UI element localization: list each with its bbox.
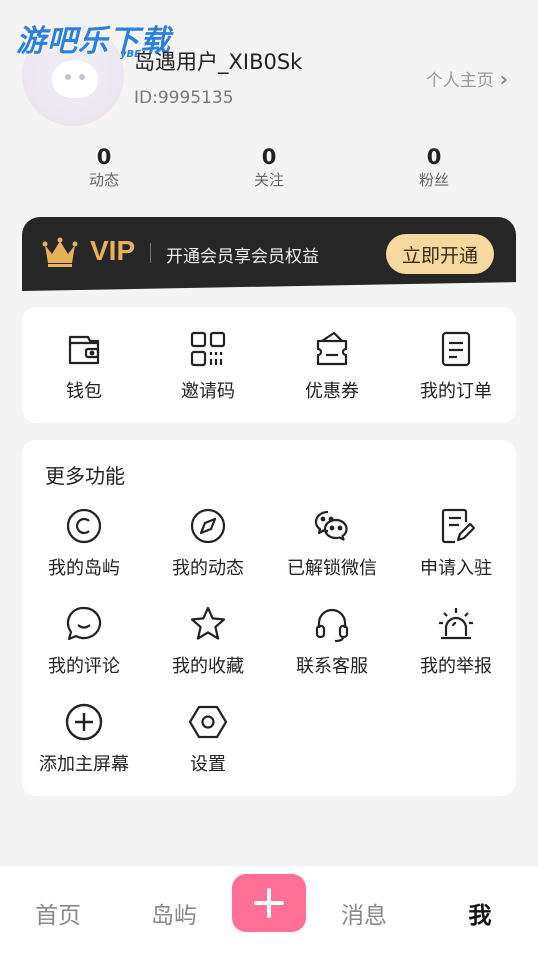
feature-label: 添加主屏幕 — [39, 754, 129, 775]
feature-label: 我的岛屿 — [48, 558, 120, 579]
my-orders-button[interactable]: 我的订单 — [394, 329, 518, 403]
feature-label: 我的动态 — [172, 558, 244, 579]
feature-label: 我的评论 — [48, 656, 120, 677]
island-icon — [66, 508, 102, 544]
contact-support-button[interactable]: 联系客服 — [270, 604, 394, 678]
alarm-icon — [439, 608, 473, 640]
quick-action-label: 优惠券 — [305, 381, 359, 402]
qrcode-icon — [190, 331, 226, 367]
comment-icon — [66, 606, 102, 641]
stat-value: 0 — [261, 145, 277, 169]
plus-icon — [254, 888, 284, 918]
feature-label: 联系客服 — [296, 656, 368, 677]
stat-following[interactable]: 0 关注 — [209, 144, 329, 190]
stat-label: 粉丝 — [418, 171, 449, 189]
my-posts-button[interactable]: 我的动态 — [146, 506, 270, 580]
quick-action-label: 钱包 — [66, 381, 102, 402]
nav-island[interactable]: 岛屿 — [134, 896, 214, 930]
wallet-icon — [68, 335, 100, 365]
add-circle-icon — [65, 703, 103, 741]
stat-posts[interactable]: 0 动态 — [44, 144, 164, 190]
wallet-button[interactable]: 钱包 — [22, 329, 146, 403]
create-post-button[interactable] — [232, 874, 306, 932]
profile-header: 游吧乐下载 yBE 岛遇用户_XIB0Sk ID:9995135 个人主页 › — [0, 0, 538, 140]
open-vip-button[interactable]: 立即开通 — [386, 234, 494, 274]
settings-button[interactable]: 设置 — [146, 702, 270, 776]
vip-divider — [150, 243, 151, 263]
chevron-right-icon: › — [499, 66, 508, 91]
username: 岛遇用户_XIB0Sk — [134, 50, 303, 74]
homepage-label: 个人主页 — [425, 71, 494, 91]
feature-label: 我的收藏 — [172, 656, 244, 677]
feature-label: 申请入驻 — [420, 558, 492, 579]
vip-banner[interactable]: VIP 开通会员享会员权益 立即开通 — [22, 217, 516, 291]
stat-followers[interactable]: 0 粉丝 — [374, 144, 494, 190]
vip-description: 开通会员享会员权益 — [166, 247, 319, 267]
my-reports-button[interactable]: 我的举报 — [394, 604, 518, 678]
star-icon — [190, 606, 226, 640]
my-comments-button[interactable]: 我的评论 — [22, 604, 146, 678]
coupon-icon — [316, 331, 348, 366]
feature-label: 已解锁微信 — [287, 558, 377, 579]
stats-row: 0 动态 0 关注 0 粉丝 — [0, 144, 538, 196]
feature-label: 设置 — [190, 754, 226, 775]
headset-icon — [315, 608, 349, 643]
unlocked-wechat-button[interactable]: 已解锁微信 — [270, 506, 394, 580]
nav-messages[interactable]: 消息 — [324, 896, 404, 930]
quick-action-label: 我的订单 — [420, 381, 492, 402]
vip-badge: VIP — [90, 235, 136, 266]
feature-label: 我的举报 — [420, 656, 492, 677]
avatar-ghost-icon — [52, 60, 98, 98]
compass-icon — [190, 508, 226, 544]
coupon-button[interactable]: 优惠券 — [270, 329, 394, 403]
crown-icon — [42, 237, 78, 267]
more-features-title: 更多功能 — [45, 464, 125, 488]
my-favorites-button[interactable]: 我的收藏 — [146, 604, 270, 678]
apply-join-button[interactable]: 申请入驻 — [394, 506, 518, 580]
more-features-card: 更多功能 我的岛屿 我的动态 已解锁微信 申请入驻 我的评论 我的收藏 联系客服… — [22, 440, 516, 796]
homepage-link[interactable]: 个人主页 › — [425, 66, 508, 92]
order-icon — [441, 331, 471, 367]
apply-icon — [441, 508, 476, 544]
stat-value: 0 — [426, 145, 442, 169]
stat-value: 0 — [96, 145, 112, 169]
nav-me[interactable]: 我 — [440, 896, 520, 930]
settings-icon — [188, 705, 228, 739]
quick-action-label: 邀请码 — [181, 381, 235, 402]
wechat-icon — [314, 510, 348, 541]
stat-label: 关注 — [253, 171, 284, 189]
my-island-button[interactable]: 我的岛屿 — [22, 506, 146, 580]
quick-actions-card: 钱包 邀请码 优惠券 我的订单 — [22, 307, 516, 423]
invite-code-button[interactable]: 邀请码 — [146, 329, 270, 403]
add-to-homescreen-button[interactable]: 添加主屏幕 — [22, 702, 146, 776]
bottom-nav: 首页 岛屿 消息 我 — [0, 866, 538, 956]
nav-home[interactable]: 首页 — [18, 896, 98, 930]
user-id: ID:9995135 — [134, 88, 234, 108]
stat-label: 动态 — [88, 171, 119, 189]
